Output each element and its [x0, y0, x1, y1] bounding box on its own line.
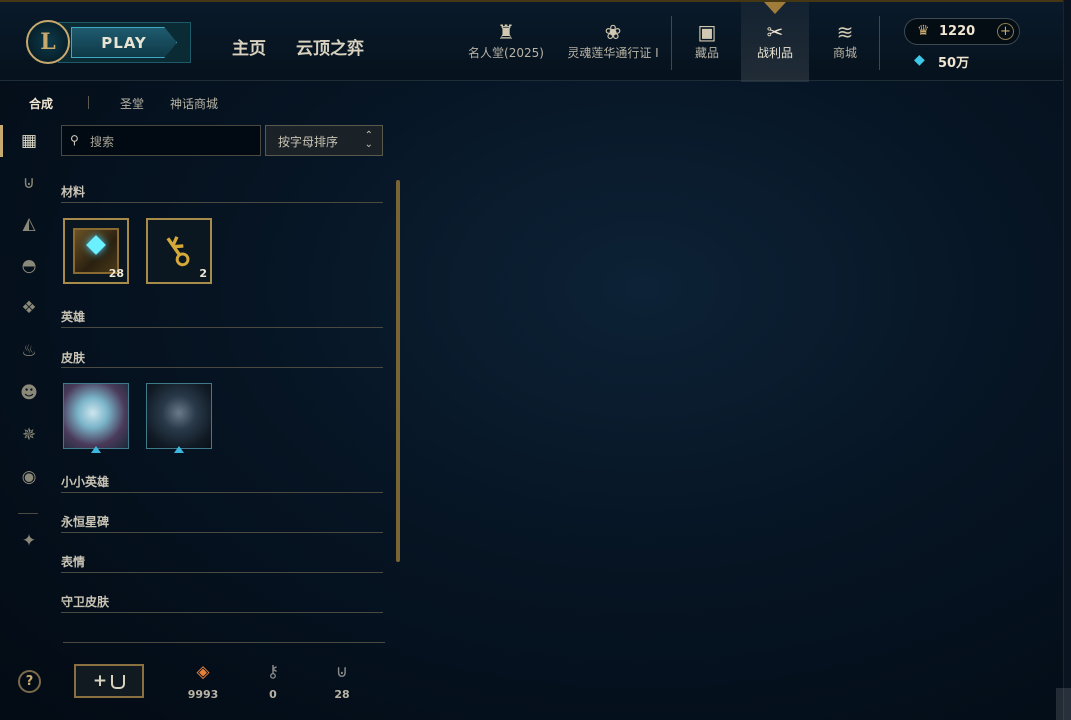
- section-eternals-title[interactable]: 永恒星碑: [61, 513, 109, 530]
- sidebar-divider: [18, 513, 38, 514]
- subtab-crafting[interactable]: 合成: [29, 95, 53, 112]
- nav-divider: [879, 16, 880, 70]
- skin-shard-tile[interactable]: [146, 383, 212, 449]
- orange-essence-counter: ◈ 9993: [178, 660, 228, 701]
- nav-store-label: 商城: [832, 46, 857, 60]
- search-box[interactable]: ⚲: [61, 125, 261, 156]
- sort-label: 按字母排序: [278, 135, 339, 149]
- craft-chest-button[interactable]: +: [74, 664, 144, 698]
- hall-of-fame-icon: ♜: [497, 20, 515, 44]
- item-count: 28: [108, 267, 124, 280]
- nav-store[interactable]: ≋ 商城: [820, 20, 870, 61]
- key-fragment-value: 0: [269, 688, 277, 701]
- ward-flame-icon[interactable]: ♨: [18, 340, 40, 362]
- nav-collection[interactable]: ▣ 藏品: [682, 20, 732, 61]
- nav-hall-of-fame[interactable]: ♜ 名人堂(2025): [466, 20, 546, 61]
- orange-essence-value: 9993: [187, 688, 219, 701]
- key-fragment-counter: ⚷ 0: [248, 660, 298, 701]
- lotus-icon: ❀: [604, 20, 622, 44]
- nav-collection-label: 藏品: [694, 46, 719, 60]
- subtab-sanctum[interactable]: 圣堂: [120, 95, 144, 112]
- search-input[interactable]: [88, 132, 257, 152]
- little-legend-icon[interactable]: ❖: [18, 297, 40, 319]
- blue-essence-icon: ◆: [914, 52, 925, 68]
- section-divider: [61, 327, 383, 328]
- key-fragment-icon: ⚷: [266, 662, 280, 682]
- subtab-divider: [88, 96, 89, 109]
- hextech-chest-tile[interactable]: 28: [63, 218, 129, 284]
- chest-counter: ⊍ 28: [317, 660, 367, 701]
- nav-loot-label: 战利品: [756, 46, 793, 60]
- champion-helmet-icon[interactable]: ◭: [18, 213, 40, 235]
- skin-rarity-marker-icon: [91, 446, 101, 453]
- all-items-grid-icon[interactable]: ▦: [18, 130, 40, 152]
- corner-widget: [1056, 688, 1071, 720]
- section-divider: [61, 532, 383, 533]
- inventory-scrollbar[interactable]: [396, 180, 400, 562]
- section-divider: [61, 612, 383, 613]
- skin-mask-icon[interactable]: ◓: [18, 255, 40, 277]
- nav-spirit-blossom-pass[interactable]: ❀ 灵魂莲华通行证 I: [562, 20, 664, 61]
- sort-dropdown[interactable]: 按字母排序 ⌃ ⌄: [265, 125, 383, 156]
- skin-shard-tile[interactable]: [63, 383, 129, 449]
- sidebar-active-indicator: [0, 125, 3, 157]
- buy-rp-plus-icon[interactable]: +: [997, 23, 1014, 40]
- active-nav-chevron: [764, 2, 786, 14]
- section-divider: [61, 367, 383, 368]
- section-skins-title[interactable]: 皮肤: [61, 349, 85, 366]
- chest-icon[interactable]: ⊍: [18, 172, 40, 194]
- orange-essence-icon: ◈: [196, 662, 210, 682]
- play-button-label[interactable]: PLAY: [71, 27, 177, 58]
- riot-points-icon: ♛: [917, 23, 930, 39]
- summoner-icon-icon[interactable]: ◉: [18, 466, 40, 488]
- eternals-icon[interactable]: ✵: [18, 424, 40, 446]
- social-panel-edge: [1063, 0, 1071, 720]
- nav-pass-label: 灵魂莲华通行证 I: [567, 46, 659, 60]
- league-logo-icon[interactable]: L: [26, 20, 70, 64]
- skin-rarity-marker-icon: [174, 446, 184, 453]
- section-ward-skins-title[interactable]: 守卫皮肤: [61, 593, 109, 610]
- rp-display[interactable]: ♛ 1220 +: [904, 18, 1020, 45]
- nav-tft[interactable]: 云顶之弈: [296, 34, 364, 59]
- search-icon: ⚲: [70, 133, 79, 147]
- chest-count-value: 28: [334, 688, 350, 701]
- sort-chevron-icon: ⌃ ⌄: [364, 130, 373, 150]
- section-champions-title[interactable]: 英雄: [61, 308, 85, 325]
- footer-divider: [63, 642, 385, 643]
- collection-bag-icon: ▣: [697, 20, 717, 44]
- nav-loot[interactable]: ✂ 战利品: [750, 20, 800, 61]
- section-little-legends-title[interactable]: 小小英雄: [61, 473, 109, 490]
- section-emotes-title[interactable]: 表情: [61, 553, 85, 570]
- section-materials-title[interactable]: 材料: [61, 183, 85, 200]
- play-button[interactable]: PLAY: [58, 22, 191, 63]
- help-icon[interactable]: ?: [18, 670, 41, 693]
- section-divider: [61, 202, 383, 203]
- chest-icon: [111, 675, 126, 689]
- loot-icon: ✂: [766, 20, 784, 44]
- key-icon: ⚷: [151, 223, 202, 279]
- top-bar: PLAY L 主页 云顶之弈 ♜ 名人堂(2025) ❀ 灵魂莲华通行证 I ▣…: [0, 0, 1071, 82]
- rp-value: 1220: [939, 24, 976, 39]
- mythic-essence-icon[interactable]: ✦: [18, 530, 40, 552]
- chest-count-icon: ⊍: [335, 662, 349, 682]
- hextech-key-tile[interactable]: ⚷ 2: [146, 218, 212, 284]
- subtab-mythic-shop[interactable]: 神话商城: [170, 95, 218, 112]
- section-divider: [61, 492, 383, 493]
- nav-hall-of-fame-label: 名人堂(2025): [468, 46, 544, 60]
- section-divider: [61, 572, 383, 573]
- nav-home[interactable]: 主页: [232, 34, 266, 59]
- plus-icon: +: [92, 671, 108, 691]
- nav-divider: [671, 16, 672, 70]
- store-coins-icon: ≋: [836, 20, 854, 44]
- blue-essence-value: 50万: [938, 56, 970, 71]
- item-count: 2: [199, 267, 207, 280]
- emote-icon[interactable]: ☻: [18, 382, 40, 404]
